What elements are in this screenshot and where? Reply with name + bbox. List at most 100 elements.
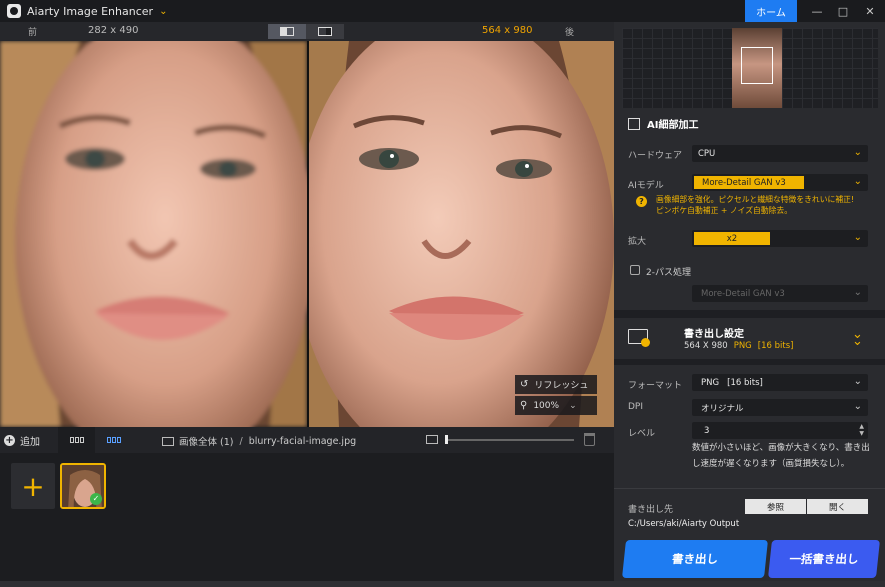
view-mode-toggle xyxy=(268,24,344,39)
dpi-select[interactable]: オリジナル ⌄ xyxy=(692,399,868,416)
done-check-icon: ✓ xyxy=(90,493,102,505)
ai-section-label: AI細部加工 xyxy=(647,120,699,131)
chevron-down-icon: ⌄ xyxy=(853,147,862,158)
chevron-down-icon: ⌄ xyxy=(853,176,862,187)
twopass-model-value: More-Detail GAN v3 xyxy=(701,288,785,299)
split-view-icon xyxy=(280,27,294,36)
preview-viewport-frame[interactable] xyxy=(741,47,773,84)
scale-select[interactable]: x2 ⌄ xyxy=(692,230,868,247)
model-label: AIモデル xyxy=(628,181,664,191)
hint-line-1: 画像細部を強化。ピクセルと繊細な特徴をきれいに補正! xyxy=(656,195,855,204)
gear-icon xyxy=(641,338,650,347)
level-label: レベル xyxy=(628,429,656,439)
hint-line-2: ピンボケ自動補正 + ノイズ自動除去。 xyxy=(656,206,793,215)
level-description: 数値が小さいほど、画像が大きくなり、書き出し速度が遅くなります（画質損失なし）。 xyxy=(692,443,870,469)
after-image[interactable] xyxy=(309,41,614,427)
large-grid-icon xyxy=(69,437,84,443)
after-size: 564 x 980 xyxy=(482,25,533,36)
minimize-icon[interactable]: — xyxy=(804,0,830,22)
compare-bar: 前 282 x 490 564 x 980 後 xyxy=(0,22,614,41)
model-select[interactable]: More-Detail GAN v3 ⌄ xyxy=(692,174,868,191)
format-select[interactable]: PNG [16 bits] ⌄ xyxy=(692,374,868,391)
destination-label: 書き出し先 xyxy=(628,505,674,515)
chevron-down-icon: ⌄ xyxy=(853,401,862,412)
side-by-side-button[interactable] xyxy=(306,24,344,39)
breadcrumb-scope[interactable]: 画像全体 (1) xyxy=(179,434,233,448)
format-label: フォーマット xyxy=(628,381,683,391)
bottom-strip xyxy=(0,581,885,587)
breadcrumb-filename: blurry-facial-image.jpg xyxy=(248,435,357,447)
refresh-label: リフレッシュ xyxy=(534,381,589,391)
panel-divider-3 xyxy=(614,488,885,489)
breadcrumb: 画像全体 (1) / blurry-facial-image.jpg xyxy=(162,434,356,448)
export-bits-tag: [16 bits] xyxy=(757,341,794,351)
before-size: 282 x 490 xyxy=(88,25,139,36)
add-button[interactable]: + 追加 xyxy=(4,433,40,448)
hardware-value: CPU xyxy=(698,148,716,159)
ai-section-title: AI細部加工 xyxy=(628,116,698,131)
home-button[interactable]: ホーム xyxy=(745,0,797,22)
scale-value: x2 xyxy=(694,232,770,245)
help-icon: ? xyxy=(636,196,647,207)
settings-panel: AI細部加工 ハードウェア CPU ⌄ AIモデル More-Detail GA… xyxy=(614,22,885,587)
thumbnail-size-slider[interactable] xyxy=(446,439,574,441)
close-icon[interactable]: ✕ xyxy=(857,0,883,22)
hardware-select[interactable]: CPU ⌄ xyxy=(692,145,868,162)
after-label: 後 xyxy=(565,28,575,38)
hardware-label: ハードウェア xyxy=(628,151,683,161)
thumbnail-area: + ✓ xyxy=(0,453,614,587)
chevron-down-icon: ⌄ xyxy=(853,232,862,243)
large-grid-view-button[interactable] xyxy=(58,427,95,453)
zoom-control[interactable]: ⚲ 100% ⌄ xyxy=(515,396,597,415)
app-title: Aiarty Image Enhancer xyxy=(27,4,154,18)
breadcrumb-separator: / xyxy=(239,435,243,447)
trash-icon[interactable] xyxy=(584,433,595,446)
split-view-button[interactable] xyxy=(268,24,306,39)
model-hint: 画像細部を強化。ピクセルと繊細な特徴をきれいに補正! ピンボケ自動補正 + ノイ… xyxy=(656,194,876,216)
add-icon: + xyxy=(4,435,15,446)
image-icon xyxy=(162,436,174,446)
before-label: 前 xyxy=(28,28,38,38)
add-image-tile[interactable]: + xyxy=(11,463,55,509)
maximize-icon[interactable]: □ xyxy=(830,0,856,22)
level-value: 3 xyxy=(704,425,710,436)
browse-button[interactable]: 参照 xyxy=(745,499,806,514)
chevron-down-icon[interactable]: ⌄ xyxy=(569,401,577,411)
small-grid-icon xyxy=(107,437,121,443)
image-thumbnail[interactable]: ✓ xyxy=(60,463,106,509)
slider-knob[interactable] xyxy=(445,435,448,444)
refresh-button[interactable]: ↺ リフレッシュ xyxy=(515,375,597,394)
twopass-label: 2-パス処理 xyxy=(646,268,691,278)
navigator-preview[interactable] xyxy=(622,28,878,108)
export-button[interactable]: 書き出し xyxy=(622,540,768,578)
export-format-tag: PNG xyxy=(733,341,752,351)
panel-divider xyxy=(614,310,885,318)
small-grid-view-button[interactable] xyxy=(98,427,130,453)
level-stepper[interactable]: 3 ▲ ▼ xyxy=(692,422,868,439)
export-title: 書き出し設定 xyxy=(684,329,744,340)
chevron-down-icon: ⌄ xyxy=(853,287,862,298)
export-summary: 564 X 980 PNG [16 bits] xyxy=(684,341,793,351)
add-label: 追加 xyxy=(20,437,40,448)
thumbnail-size-icon xyxy=(426,435,438,444)
side-by-side-icon xyxy=(318,27,332,36)
zoom-value: 100% xyxy=(533,400,560,411)
chevron-down-icon[interactable]: ⌄ xyxy=(159,6,167,17)
open-folder-button[interactable]: 開く xyxy=(807,499,868,514)
model-value: More-Detail GAN v3 xyxy=(694,176,804,189)
output-path: C:/Users/aki/Aiarty Output xyxy=(628,519,740,529)
collapse-icon[interactable]: ⌄ ⌄ xyxy=(852,328,863,348)
batch-export-button[interactable]: 一括書き出し xyxy=(768,540,880,578)
twopass-model-select[interactable]: More-Detail GAN v3 ⌄ xyxy=(692,285,868,302)
zoom-icon: ⚲ xyxy=(520,400,528,411)
chevron-down-icon: ⌄ xyxy=(853,376,862,387)
export-dims: 564 X 980 xyxy=(684,341,728,351)
dpi-label: DPI xyxy=(628,402,644,412)
format-value: PNG [16 bits] xyxy=(701,377,763,388)
app-logo-icon xyxy=(7,4,21,18)
before-image[interactable] xyxy=(0,41,307,427)
twopass-checkbox[interactable] xyxy=(630,265,640,275)
stepper-arrows-icon[interactable]: ▲ ▼ xyxy=(859,423,864,437)
refresh-icon: ↺ xyxy=(520,379,529,390)
ai-enhance-icon xyxy=(628,117,640,130)
